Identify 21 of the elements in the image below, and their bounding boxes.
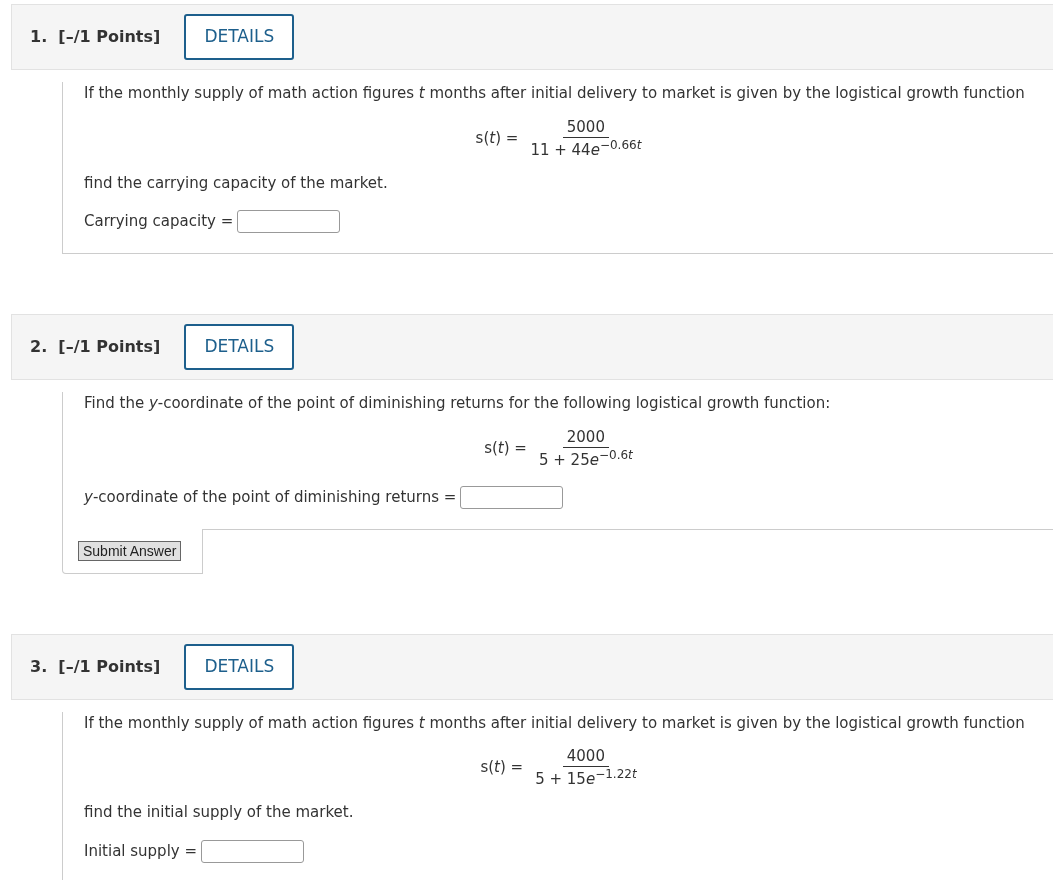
- details-button[interactable]: DETAILS: [184, 14, 295, 60]
- answer-label: y-coordinate of the point of diminishing returns =: [84, 486, 457, 508]
- question-points: 1. [–/1 Points]: [30, 26, 161, 48]
- formula-lhs: s(t) =: [484, 437, 527, 459]
- question-text: If the monthly supply of math action figures t months after initial delivery to market is given by the logistical growth function: [84, 83, 1026, 104]
- question-points: 3. [–/1 Points]: [30, 655, 161, 678]
- formula-lhs: s(t) =: [480, 757, 524, 779]
- question-text: Find the y-coordinate of the point of diminishing returns for the following logistical growth function:: [84, 393, 832, 414]
- question-points: 2. [–/1 Points]: [30, 336, 161, 358]
- answer-field[interactable]: [460, 485, 564, 509]
- question-text: find the initial supply of the market.: [84, 802, 355, 823]
- answer-field[interactable]: [201, 839, 305, 863]
- formula-lhs: s(t) =: [475, 127, 519, 149]
- answer-field[interactable]: [237, 210, 341, 233]
- submit-button[interactable]: Submit Answer: [78, 540, 182, 561]
- question-text: find the carrying capacity of the market.: [84, 172, 389, 194]
- details-button[interactable]: DETAILS: [184, 324, 295, 370]
- answer-label: Initial supply =: [84, 840, 198, 862]
- answer-label: Carrying capacity =: [84, 211, 234, 233]
- question-text: If the monthly supply of math action figures t months after initial delivery to market is given by the logistical growth function: [84, 712, 1026, 734]
- details-button[interactable]: DETAILS: [184, 643, 295, 690]
